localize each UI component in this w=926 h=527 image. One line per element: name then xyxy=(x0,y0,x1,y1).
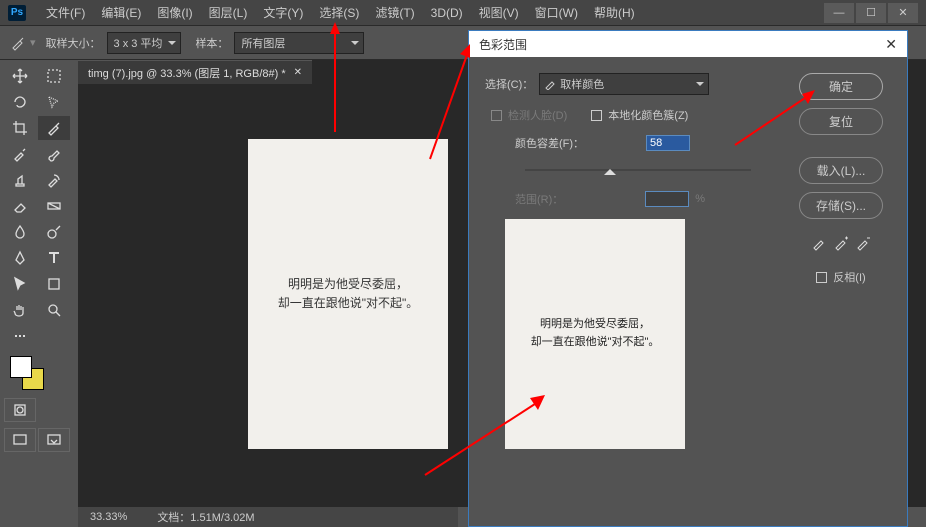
dialog-title-text: 色彩范围 xyxy=(479,36,527,53)
invert-checkbox[interactable] xyxy=(816,272,827,283)
sample-label: 样本： xyxy=(195,35,228,51)
menu-view[interactable]: 视图(V) xyxy=(471,0,527,25)
save-button[interactable]: 存储(S)... xyxy=(799,192,883,219)
quick-select-tool[interactable] xyxy=(38,90,70,114)
eraser-tool[interactable] xyxy=(4,194,36,218)
blur-tool[interactable] xyxy=(4,220,36,244)
status-bar: 33.33% 文档：1.51M/3.02M xyxy=(78,507,458,527)
marquee-tool[interactable] xyxy=(38,64,70,88)
menu-layer[interactable]: 图层(L) xyxy=(201,0,256,25)
canvas[interactable]: 明明是为他受尽委屈， 却一直在跟他说"对不起"。 xyxy=(248,139,448,449)
menu-type[interactable]: 文字(Y) xyxy=(255,0,311,25)
window-minimize-button[interactable]: — xyxy=(824,3,854,23)
dialog-titlebar[interactable]: 色彩范围 ✕ xyxy=(469,31,907,57)
reset-button[interactable]: 复位 xyxy=(799,108,883,135)
menu-window[interactable]: 窗口(W) xyxy=(527,0,586,25)
fuzziness-input[interactable] xyxy=(646,135,690,151)
eyedropper-subtract-icon[interactable] xyxy=(855,235,871,251)
fuzziness-slider[interactable] xyxy=(525,163,751,177)
menu-file[interactable]: 文件(F) xyxy=(38,0,93,25)
doc-size-info[interactable]: 文档：1.51M/3.02M xyxy=(157,509,254,525)
clone-stamp-tool[interactable] xyxy=(4,168,36,192)
zoom-tool[interactable] xyxy=(38,298,70,322)
menu-filter[interactable]: 滤镜(T) xyxy=(367,0,422,25)
select-label: 选择(C)： xyxy=(485,76,533,92)
detect-faces-checkbox xyxy=(491,110,502,121)
lasso-tool[interactable] xyxy=(4,90,36,114)
color-swatches[interactable] xyxy=(4,356,70,392)
document-tab-close-icon[interactable]: ✕ xyxy=(294,67,302,78)
localized-checkbox[interactable] xyxy=(591,110,602,121)
ok-button[interactable]: 确定 xyxy=(799,73,883,100)
gradient-tool[interactable] xyxy=(38,194,70,218)
window-maximize-button[interactable]: ☐ xyxy=(856,3,886,23)
range-label: 范围(R)： xyxy=(515,191,563,207)
eyedropper-icon xyxy=(544,78,556,90)
eyedropper-add-icon[interactable] xyxy=(833,235,849,251)
menu-bar: Ps 文件(F) 编辑(E) 图像(I) 图层(L) 文字(Y) 选择(S) 滤… xyxy=(0,0,926,26)
brush-tool[interactable] xyxy=(38,142,70,166)
menu-help[interactable]: 帮助(H) xyxy=(586,0,643,25)
shape-tool[interactable] xyxy=(38,272,70,296)
dialog-close-button[interactable]: ✕ xyxy=(885,36,897,53)
eyedropper-tool[interactable] xyxy=(38,116,70,140)
canvas-text-line2: 却一直在跟他说"对不起"。 xyxy=(278,294,419,313)
color-range-dialog: 色彩范围 ✕ 选择(C)： 取样颜色 检测人脸(D) 本地化颜色簇(Z) 颜色容… xyxy=(468,30,908,527)
sample-size-label: 取样大小： xyxy=(46,35,101,51)
range-input xyxy=(645,191,689,207)
menu-image[interactable]: 图像(I) xyxy=(149,0,200,25)
fuzziness-label: 颜色容差(F)： xyxy=(515,135,584,151)
move-tool[interactable] xyxy=(4,64,36,88)
dodge-tool[interactable] xyxy=(38,220,70,244)
document-tab-title: timg (7).jpg @ 33.3% (图层 1, RGB/8#) * xyxy=(88,65,286,81)
preview-text-line1: 明明是为他受尽委屈， xyxy=(531,316,660,334)
menu-3d[interactable]: 3D(D) xyxy=(423,2,471,24)
crop-tool[interactable] xyxy=(4,116,36,140)
edit-toolbar[interactable] xyxy=(4,324,36,348)
document-tab[interactable]: timg (7).jpg @ 33.3% (图层 1, RGB/8#) * ✕ xyxy=(78,60,312,84)
tools-panel xyxy=(0,60,74,456)
ps-logo-icon: Ps xyxy=(8,5,26,21)
quick-mask-toggle[interactable] xyxy=(4,398,36,422)
screen-mode-toggle[interactable] xyxy=(4,428,36,452)
screen-mode-menu[interactable] xyxy=(38,428,70,452)
sample-size-dropdown[interactable]: 3 x 3 平均 xyxy=(107,32,182,54)
selection-preview[interactable]: 明明是为他受尽委屈， 却一直在跟他说"对不起"。 xyxy=(505,219,685,449)
sample-dropdown[interactable]: 所有图层 xyxy=(234,32,364,54)
select-dropdown[interactable]: 取样颜色 xyxy=(539,73,709,95)
hand-tool[interactable] xyxy=(4,298,36,322)
detect-faces-label: 检测人脸(D) xyxy=(508,107,567,123)
zoom-level[interactable]: 33.33% xyxy=(90,511,127,523)
canvas-text-line1: 明明是为他受尽委屈， xyxy=(278,275,419,294)
pen-tool[interactable] xyxy=(4,246,36,270)
eyedropper-sample-icon[interactable] xyxy=(811,235,827,251)
path-select-tool[interactable] xyxy=(4,272,36,296)
window-close-button[interactable]: ✕ xyxy=(888,3,918,23)
range-unit: % xyxy=(695,193,705,205)
healing-brush-tool[interactable] xyxy=(4,142,36,166)
eyedropper-tool-icon xyxy=(10,35,26,51)
foreground-color-swatch[interactable] xyxy=(10,356,32,378)
localized-label: 本地化颜色簇(Z) xyxy=(608,107,688,123)
menu-select[interactable]: 选择(S) xyxy=(311,0,367,25)
slider-thumb-icon[interactable] xyxy=(604,163,616,175)
text-tool[interactable] xyxy=(38,246,70,270)
invert-label: 反相(I) xyxy=(833,269,865,285)
history-brush-tool[interactable] xyxy=(38,168,70,192)
preview-text-line2: 却一直在跟他说"对不起"。 xyxy=(531,334,660,352)
load-button[interactable]: 载入(L)... xyxy=(799,157,883,184)
menu-edit[interactable]: 编辑(E) xyxy=(93,0,149,25)
